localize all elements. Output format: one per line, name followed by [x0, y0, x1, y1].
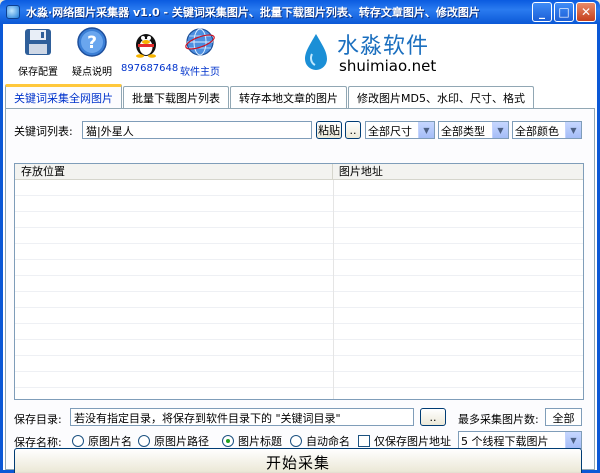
start-collect-button[interactable]: 开始采集 — [14, 448, 582, 473]
chevron-down-icon[interactable]: ▼ — [565, 122, 581, 138]
tab-panel-keyword-collect: 关键词列表: 猫|外星人 粘贴 .. 全部尺寸 ▼ 全部类型 ▼ 全部颜色 ▼ … — [5, 108, 595, 473]
title-bar[interactable]: 水淼·网络图片采集器 v1.0 - 关键词采集图片、批量下载图片列表、转存文章图… — [0, 0, 600, 24]
column-header-image-url[interactable]: 图片地址 — [333, 164, 583, 180]
qq-penguin-icon — [136, 34, 156, 58]
water-drop-icon — [305, 34, 327, 70]
radio-dot[interactable] — [290, 435, 302, 447]
logo-domain-text: shuimiao.net — [339, 57, 437, 75]
max-images-label: 最多采集图片数: — [458, 413, 539, 426]
tab-strip: 关键词采集全网图片 批量下载图片列表 转存本地文章的图片 修改图片MD5、水印、… — [5, 84, 535, 108]
radio-dot[interactable] — [72, 435, 84, 447]
minimize-button[interactable]: _ — [532, 2, 552, 22]
save-dir-input[interactable]: 若没有指定目录，将保存到软件目录下的 "关键词目录" — [70, 408, 414, 426]
logo-chinese-text: 水淼软件 — [337, 34, 430, 59]
radio-label: 图片标题 — [238, 435, 282, 448]
svg-text:?: ? — [87, 33, 97, 53]
window-controls: _ □ ✕ — [532, 2, 596, 22]
brand-logo: 水淼软件 shuimiao.net — [303, 28, 453, 76]
radio-auto-name[interactable]: 自动命名 — [290, 433, 350, 449]
chevron-down-icon[interactable]: ▼ — [565, 432, 581, 448]
help-button[interactable]: ? 疑点说明 — [67, 26, 117, 78]
maximize-button[interactable]: □ — [554, 2, 574, 22]
checkbox-box[interactable] — [358, 435, 370, 447]
tab-batch-download[interactable]: 批量下载图片列表 — [123, 86, 229, 108]
radio-label: 自动命名 — [306, 435, 350, 448]
type-select[interactable]: 全部类型 ▼ — [438, 121, 509, 139]
chevron-down-icon[interactable]: ▼ — [418, 122, 434, 138]
radio-image-title[interactable]: 图片标题 — [222, 433, 282, 449]
radio-label: 原图片名 — [88, 435, 132, 448]
table-header: 存放位置 图片地址 — [15, 164, 583, 180]
radio-original-name[interactable]: 原图片名 — [72, 433, 132, 449]
save-dir-browse-button[interactable]: .. — [420, 408, 446, 426]
close-button[interactable]: ✕ — [576, 2, 596, 22]
toolbar: 保存配置 ? 疑点说明 897687648 软件主页 水淼软件 shuimiao… — [3, 24, 597, 84]
results-table[interactable]: 存放位置 图片地址 — [14, 163, 584, 400]
help-icon: ? — [77, 27, 107, 57]
size-select-value: 全部尺寸 — [368, 125, 412, 138]
tab-keyword-collect[interactable]: 关键词采集全网图片 — [5, 84, 122, 108]
homepage-label: 软件主页 — [180, 67, 220, 78]
save-config-button[interactable]: 保存配置 — [13, 26, 63, 78]
radio-original-path[interactable]: 原图片路径 — [138, 433, 209, 449]
app-icon — [6, 5, 20, 19]
keyword-browse-button[interactable]: .. — [345, 121, 361, 139]
tab-modify-images[interactable]: 修改图片MD5、水印、尺寸、格式 — [348, 86, 534, 108]
tab-local-article-images[interactable]: 转存本地文章的图片 — [230, 86, 347, 108]
table-body[interactable] — [15, 180, 583, 399]
save-config-label: 保存配置 — [18, 67, 58, 78]
type-select-value: 全部类型 — [441, 125, 485, 138]
color-select[interactable]: 全部颜色 ▼ — [512, 121, 582, 139]
size-select[interactable]: 全部尺寸 ▼ — [365, 121, 435, 139]
qq-contact-button[interactable]: 897687648 — [121, 26, 179, 74]
window-title: 水淼·网络图片采集器 v1.0 - 关键词采集图片、批量下载图片列表、转存文章图… — [26, 6, 480, 19]
floppy-disk-icon — [25, 29, 51, 55]
radio-label: 原图片路径 — [154, 435, 209, 448]
main-window: 保存配置 ? 疑点说明 897687648 软件主页 水淼软件 shuimiao… — [0, 24, 600, 473]
keyword-list-label: 关键词列表: — [14, 125, 73, 138]
only-save-address-checkbox[interactable]: 仅保存图片地址 — [358, 433, 451, 449]
globe-icon — [185, 28, 215, 56]
column-divider — [333, 180, 334, 399]
threads-select[interactable]: 5 个线程下载图片 ▼ — [458, 431, 582, 449]
help-label: 疑点说明 — [72, 67, 112, 78]
paste-button[interactable]: 粘贴 — [316, 121, 342, 139]
max-images-input[interactable]: 全部 — [545, 408, 582, 426]
radio-dot[interactable] — [138, 435, 150, 447]
column-header-location[interactable]: 存放位置 — [15, 164, 333, 180]
keyword-input[interactable]: 猫|外星人 — [82, 121, 312, 139]
chevron-down-icon[interactable]: ▼ — [492, 122, 508, 138]
save-dir-label: 保存目录: — [14, 413, 62, 426]
checkbox-label: 仅保存图片地址 — [374, 435, 451, 448]
homepage-button[interactable]: 软件主页 — [175, 26, 225, 78]
radio-dot[interactable] — [222, 435, 234, 447]
qq-number-label: 897687648 — [121, 63, 179, 74]
color-select-value: 全部颜色 — [515, 125, 559, 138]
threads-select-value: 5 个线程下载图片 — [461, 435, 549, 448]
